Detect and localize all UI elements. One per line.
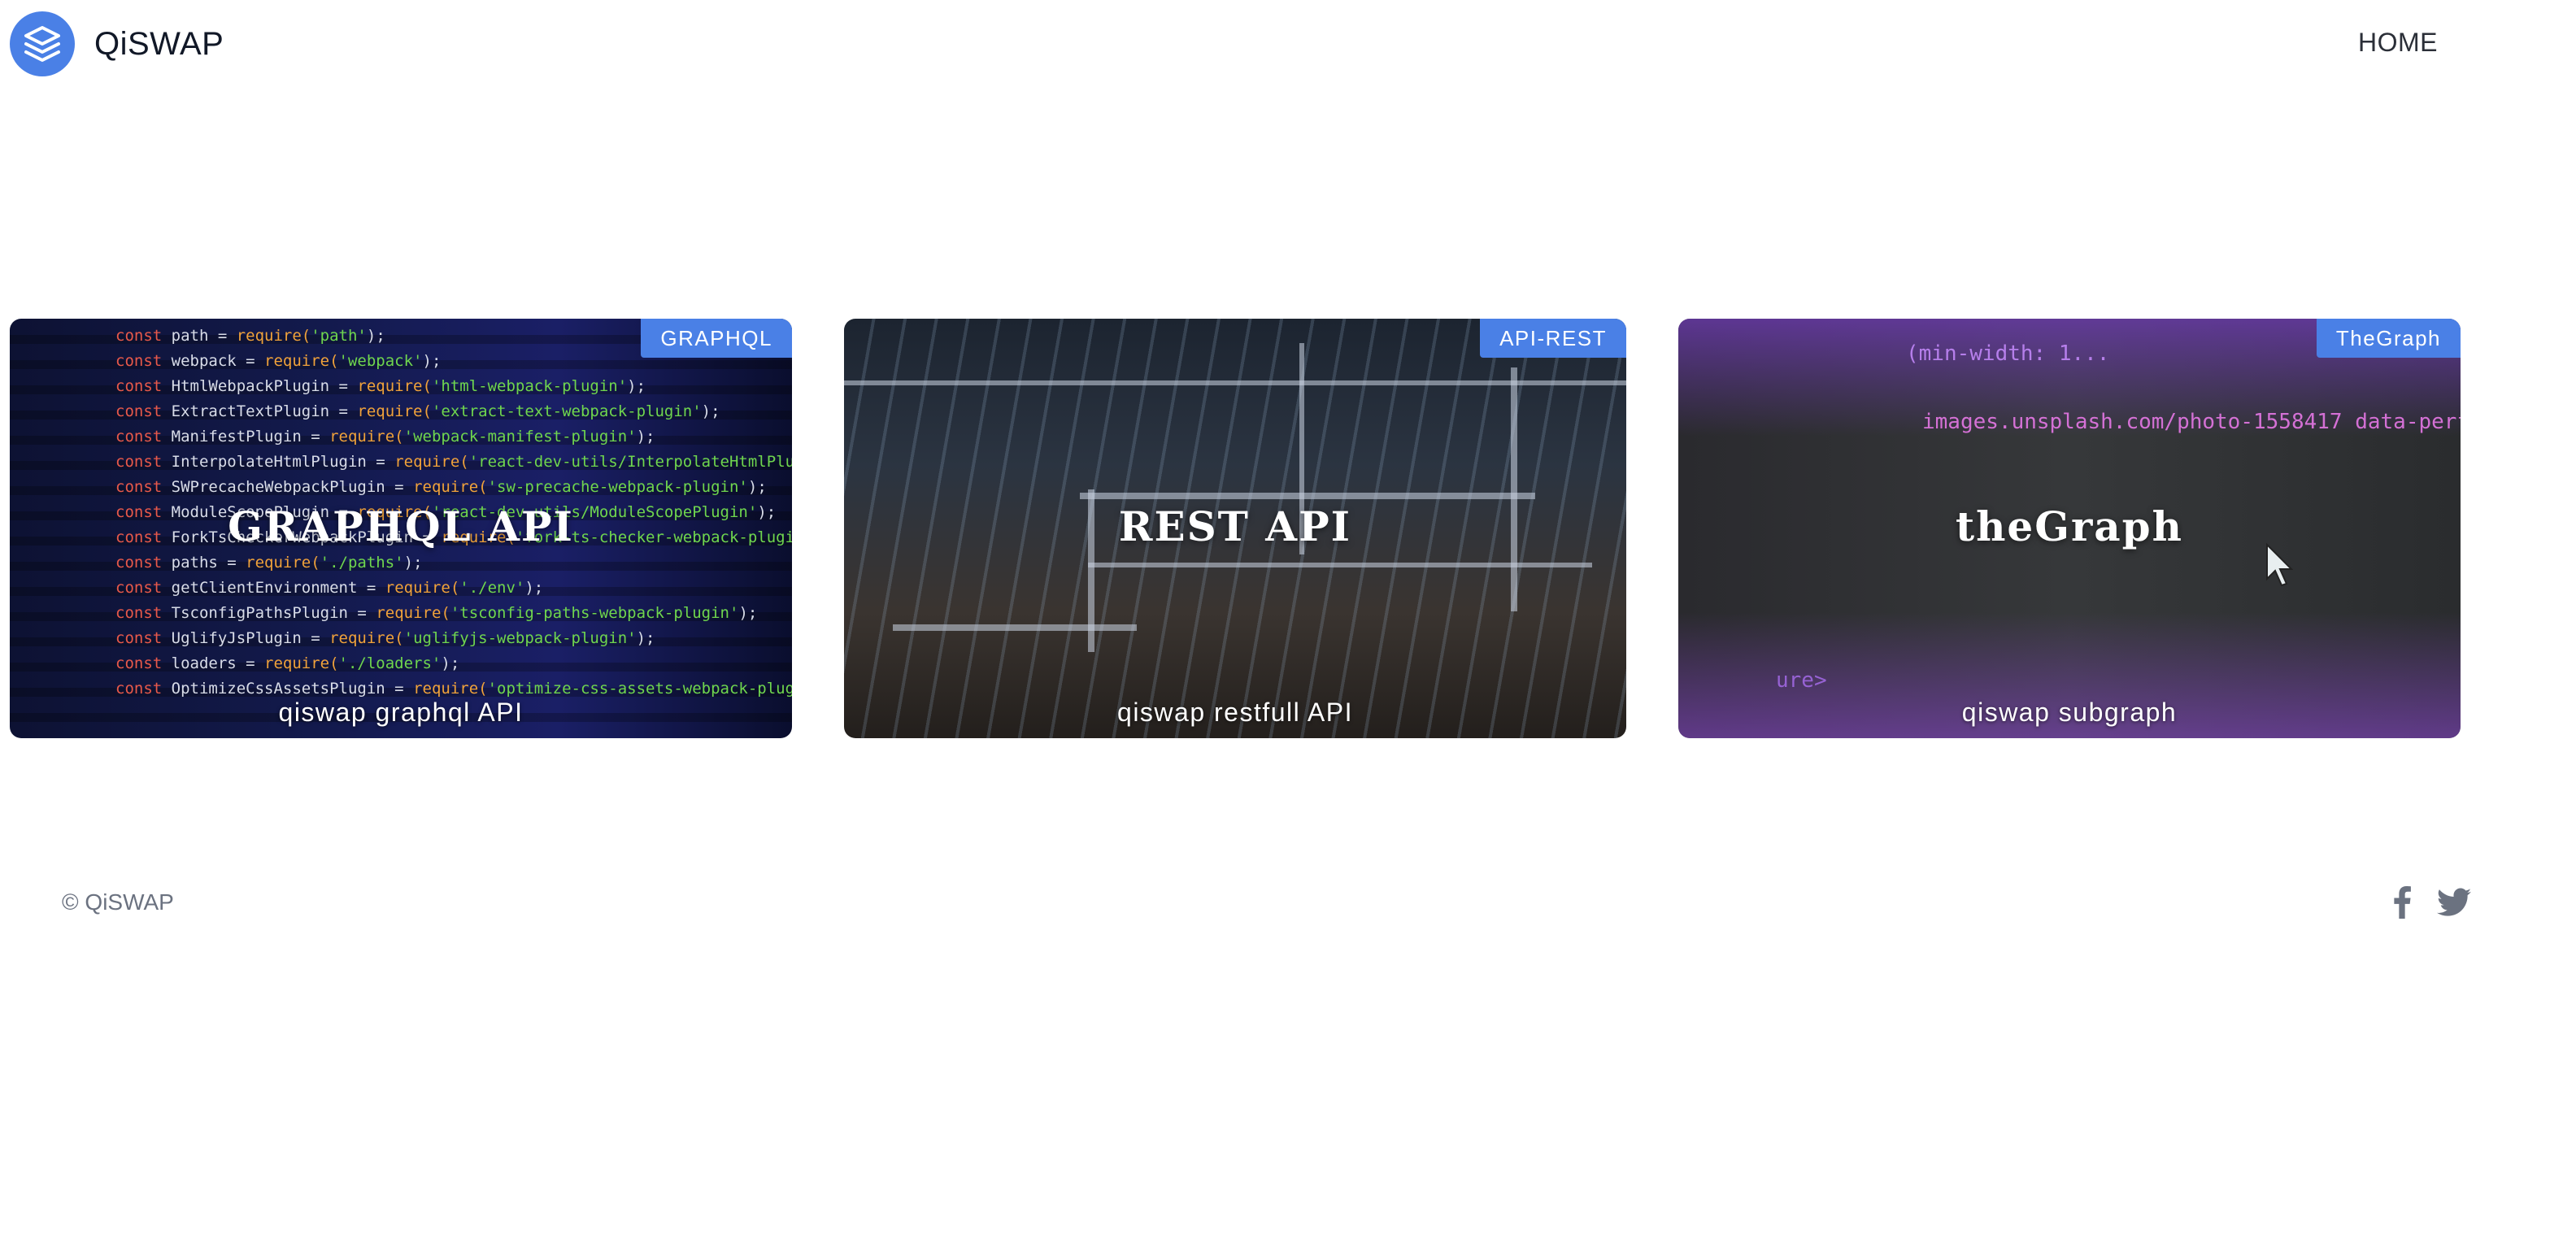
rail-beam [893,624,1137,631]
card-title: REST API [1118,502,1352,550]
badge-graphql: GRAPHQL [641,319,792,358]
code-line: images.unsplash.com/photo-1558417 data-p… [1922,410,2461,434]
facebook-icon[interactable] [2384,885,2420,920]
card-graphql[interactable]: const path = require('path'); const webpa… [10,319,792,738]
code-line: const SWPrecacheWebpackPlugin = require(… [115,478,767,496]
code-line: const ExtractTextPlugin = require('extra… [115,402,720,420]
code-line: (min-width: 1... [1906,341,2110,366]
card-subtitle: qiswap restfull API [1117,698,1353,727]
card-thegraph[interactable]: (min-width: 1... images.unsplash.com/pho… [1678,319,2461,738]
code-line: const TsconfigPathsPlugin = require('tsc… [115,604,758,622]
card-subtitle: qiswap graphql API [278,698,524,727]
code-line: ure> [1776,668,1827,693]
brand-name: QiSWAP [94,25,224,62]
code-line: const HtmlWebpackPlugin = require('html-… [115,377,646,395]
layers-logo-icon [10,11,75,76]
copyright-text: © QiSWAP [62,889,174,915]
rail-beam [844,380,1626,385]
code-line: const UglifyJsPlugin = require('uglifyjs… [115,629,655,647]
code-line: const paths = require('./paths'); [115,554,423,572]
card-subtitle: qiswap subgraph [1961,698,2178,727]
code-line: const InterpolateHtmlPlugin = require('r… [115,453,792,471]
code-line: const getClientEnvironment = require('./… [115,579,544,597]
card-title: GRAPHQL API [228,502,574,550]
badge-thegraph: TheGraph [2316,319,2461,358]
brand-link[interactable]: QiSWAP [10,11,224,76]
badge-api-rest: API-REST [1480,319,1626,358]
card-title: theGraph [1955,502,2183,550]
card-rest-api[interactable]: API-REST REST API qiswap restfull API [844,319,1626,738]
nav-home-link[interactable]: HOME [2358,28,2438,58]
twitter-icon[interactable] [2436,885,2472,920]
code-line: const loaders = require('./loaders'); [115,654,460,672]
site-header: QiSWAP HOME [0,0,2576,88]
code-line: const ManifestPlugin = require('webpack-… [115,428,655,446]
api-cards: const path = require('path'); const webpa… [10,319,2461,738]
rail-post [1511,367,1517,611]
rail-beam [1080,493,1535,499]
